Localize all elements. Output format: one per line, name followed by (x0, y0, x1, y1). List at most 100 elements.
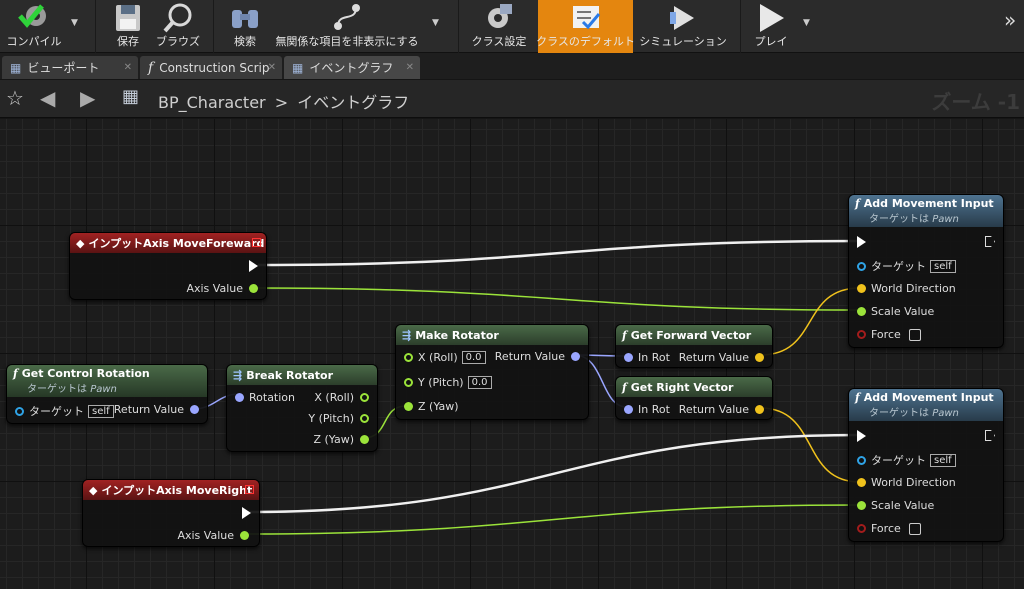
node-title: Get Forward Vector (630, 328, 752, 342)
exec-in-pin[interactable] (857, 236, 866, 248)
delegate-pin-icon[interactable] (245, 485, 254, 494)
get-control-rotation-node[interactable]: f Get Control Rotation ターゲットは Pawn ターゲット … (6, 364, 208, 424)
force-checkbox[interactable] (908, 328, 921, 341)
subtitle-prefix: ターゲットは (869, 214, 929, 225)
return-value-pin[interactable]: Return Value (495, 350, 580, 363)
rotation-pin[interactable]: Rotation (235, 391, 295, 404)
node-header: f Get Forward Vector (616, 325, 772, 345)
node-subtitle: ターゲットは Pawn (855, 404, 959, 419)
node-header: ⇶ Break Rotator (227, 365, 377, 385)
function-icon: f (855, 391, 860, 404)
class-defaults-button[interactable]: クラスのデフォルト (536, 0, 635, 53)
browse-button[interactable]: ブラウズ (152, 0, 204, 53)
simulation-button[interactable]: シミュレーション (639, 0, 727, 53)
pitch-pin[interactable]: Y (Pitch) (308, 412, 369, 425)
input-axis-moveforward-node[interactable]: ◆ インプットAxis MoveForeward Axis Value (69, 232, 267, 300)
close-icon[interactable]: ✕ (406, 62, 414, 73)
force-checkbox[interactable] (908, 522, 921, 535)
world-direction-pin[interactable]: World Direction (857, 476, 956, 489)
forward-arrow-icon[interactable]: ▶ (80, 86, 95, 110)
hide-unrelated-button[interactable]: 無関係な項目を非表示にする (272, 0, 422, 53)
target-pin[interactable]: ターゲット self (857, 452, 956, 468)
get-forward-vector-node[interactable]: f Get Forward Vector In Rot Return Value (615, 324, 773, 368)
target-pin[interactable]: ターゲット self (15, 403, 114, 419)
force-pin[interactable]: Force (857, 328, 921, 341)
make-rotator-node[interactable]: ⇶ Make Rotator X (Roll) 0.0 Y (Pitch) 0.… (395, 324, 589, 420)
input-axis-moveright-node[interactable]: ◆ インプットAxis MoveRight Axis Value (82, 479, 260, 547)
yaw-pin[interactable]: Z (Yaw) (313, 433, 369, 446)
target-value-box[interactable]: self (930, 259, 956, 273)
vector-pin-icon (857, 478, 866, 487)
close-icon[interactable]: ✕ (268, 62, 276, 73)
node-header: ⇶ Make Rotator (396, 325, 588, 345)
add-movement-input-node-right[interactable]: f Add Movement Input ターゲットは Pawn ターゲット se… (848, 388, 1004, 542)
world-direction-pin[interactable]: World Direction (857, 282, 956, 295)
back-arrow-icon[interactable]: ◀ (40, 86, 55, 110)
roll-input-pin[interactable]: X (Roll) 0.0 (404, 351, 486, 364)
subtitle-target: Pawn (932, 408, 959, 419)
return-value-pin[interactable]: Return Value (679, 351, 764, 364)
close-icon[interactable]: ✕ (124, 62, 132, 73)
pitch-value-box[interactable]: 0.0 (467, 376, 492, 389)
save-button[interactable]: 保存 (104, 0, 152, 53)
pin-label: Y (Pitch) (418, 376, 464, 389)
node-header: f Add Movement Input ターゲットは Pawn (849, 195, 1003, 227)
add-movement-input-node-forward[interactable]: f Add Movement Input ターゲットは Pawn ターゲット se… (848, 194, 1004, 348)
scale-value-pin[interactable]: Scale Value (857, 305, 934, 318)
breadcrumb-bar: ☆ ◀ ▶ ▦ BP_Character > イベントグラフ ズーム -1 (0, 80, 1024, 118)
roll-pin[interactable]: X (Roll) (314, 391, 369, 404)
in-rot-pin[interactable]: In Rot (624, 403, 670, 416)
overflow-icon[interactable]: » (1004, 8, 1016, 32)
target-pin[interactable]: ターゲット self (857, 258, 956, 274)
compile-dropdown-icon[interactable]: ▼ (71, 18, 78, 28)
breadcrumb-graph[interactable]: イベントグラフ (297, 93, 409, 112)
class-settings-button[interactable]: クラス設定 (466, 0, 532, 53)
event-graph-canvas[interactable]: ◆ インプットAxis MoveForeward Axis Value ◆ イン… (0, 119, 1024, 589)
pin-label: Return Value (678, 351, 749, 364)
pin-label: Axis Value (186, 282, 243, 295)
star-icon[interactable]: ☆ (6, 86, 24, 110)
force-pin[interactable]: Force (857, 522, 921, 535)
breadcrumb-blueprint[interactable]: BP_Character (158, 93, 266, 112)
return-value-pin[interactable]: Return Value (679, 403, 764, 416)
play-dropdown-icon[interactable]: ▼ (803, 18, 810, 28)
tab-viewport[interactable]: ▦ ビューポート ✕ (2, 56, 138, 79)
break-rotator-node[interactable]: ⇶ Break Rotator Rotation X (Roll) Y (Pit… (226, 364, 378, 452)
find-button[interactable]: 検索 (222, 0, 268, 53)
delegate-pin-icon[interactable] (252, 238, 261, 247)
rotator-pin-icon (190, 405, 199, 414)
node-header: f Get Right Vector (616, 377, 772, 397)
browse-label: ブラウズ (156, 35, 200, 48)
exec-out-pin[interactable] (985, 430, 995, 441)
vector-pin-icon (755, 353, 764, 362)
pitch-input-pin[interactable]: Y (Pitch) 0.0 (404, 376, 492, 389)
axis-value-pin[interactable]: Axis Value (177, 529, 249, 542)
in-rot-pin[interactable]: In Rot (624, 351, 670, 364)
save-icon (116, 5, 140, 31)
play-button[interactable]: プレイ (746, 0, 796, 53)
tab-construction-script[interactable]: f Construction Scrip ✕ (140, 56, 282, 79)
class-settings-label: クラス設定 (471, 35, 527, 48)
hide-unrelated-dropdown-icon[interactable]: ▼ (432, 18, 439, 28)
exec-out-pin[interactable] (249, 260, 258, 272)
pin-label: Scale Value (871, 305, 935, 318)
tab-event-graph[interactable]: ▦ イベントグラフ ✕ (284, 56, 420, 79)
scale-value-pin[interactable]: Scale Value (857, 499, 934, 512)
play-icon (760, 4, 784, 32)
axis-value-pin[interactable]: Axis Value (186, 282, 258, 295)
class-defaults-label: クラスのデフォルト (536, 35, 635, 48)
exec-in-pin[interactable] (857, 430, 866, 442)
yaw-input-pin[interactable]: Z (Yaw) (404, 400, 459, 413)
event-diamond-icon: ◆ (76, 236, 85, 250)
target-value-box[interactable]: self (930, 453, 956, 467)
exec-out-pin[interactable] (242, 507, 251, 519)
get-right-vector-node[interactable]: f Get Right Vector In Rot Return Value (615, 376, 773, 420)
roll-value-box[interactable]: 0.0 (461, 351, 486, 364)
float-pin-icon (240, 531, 249, 540)
target-value-box[interactable]: self (88, 404, 114, 418)
exec-out-pin[interactable] (985, 236, 995, 247)
play-label: プレイ (754, 35, 788, 48)
return-value-pin[interactable]: Return Value (114, 403, 199, 416)
bool-pin-icon (857, 330, 866, 339)
compile-button[interactable]: コンパイル (0, 0, 68, 53)
